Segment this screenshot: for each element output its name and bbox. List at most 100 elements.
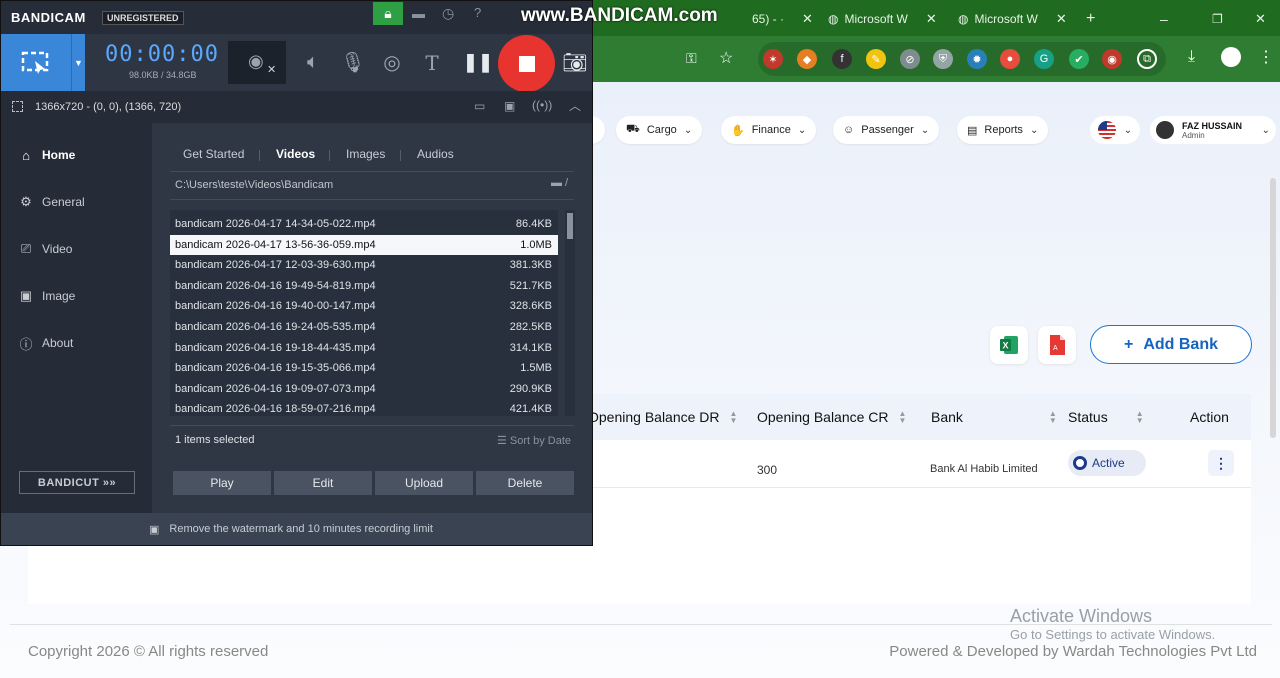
cursor-icon[interactable]: ◎ [379,34,405,91]
language-selector[interactable]: ⌄ [1090,116,1140,144]
new-tab-button[interactable]: + [1086,6,1095,32]
extension-icon[interactable]: ✎ [866,49,886,69]
upload-button[interactable]: Upload [375,471,473,495]
image-icon[interactable]: ▣ [504,99,515,113]
browser-tab-2[interactable]: ◍ Microsoft W ✕ [828,6,937,32]
sidebar-item-image[interactable]: ▣ Image [18,288,76,304]
list-item[interactable]: bandicam 2026-04-16 19-24-05-535.mp4 282.… [170,317,558,337]
unregistered-badge[interactable]: UNREGISTERED [102,11,184,25]
help-icon[interactable]: ? [474,5,481,20]
webcam-button[interactable]: ◉ ✕ [228,41,286,84]
open-folder-icon[interactable]: ▬ / [551,177,568,189]
close-icon[interactable]: ✕ [802,11,813,27]
row-action-button[interactable]: ⋮ [1208,450,1234,476]
tab-audios[interactable]: Audios [417,147,454,161]
delete-button[interactable]: Delete [476,471,574,495]
list-item[interactable]: bandicam 2026-04-16 18-59-07-216.mp4 421.… [170,399,558,419]
us-flag-icon [1097,121,1116,139]
extension-icon[interactable]: G [1034,49,1054,69]
user-menu[interactable]: FAZ HUSSAIN Admin ⌄ [1150,116,1276,144]
broadcast-icon[interactable]: ((•)) [532,98,552,112]
file-name: bandicam 2026-04-16 18-59-07-216.mp4 [175,403,376,416]
bandicam-statusbar[interactable]: ▣ Remove the watermark and 10 minutes re… [1,513,592,545]
stop-record-button[interactable] [498,35,555,92]
list-item[interactable]: bandicam 2026-04-17 12-03-39-630.mp4 381.… [170,255,558,275]
column-opening-cr[interactable]: Opening Balance CR ▲ ▼ [757,409,906,425]
list-item[interactable]: bandicam 2026-04-17 13-56-36-059.mp4 1.0M… [170,234,558,255]
sort-by-button[interactable]: ☰ Sort by Date [497,434,571,447]
speaker-icon[interactable]: 🔈︎ [299,34,327,91]
footer-divider [10,624,1272,625]
nav-item-passenger[interactable]: ☺ Passenger ⌄ [833,116,940,144]
folder-icon[interactable]: ▬ [412,6,425,21]
file-name: bandicam 2026-04-16 19-15-35-066.mp4 [175,362,376,375]
close-icon[interactable]: ✕ [926,11,937,27]
profile-avatar[interactable] [1221,47,1241,67]
browser-tab-3[interactable]: ◍ Microsoft W ✕ [958,6,1067,32]
tab-videos[interactable]: Videos [276,147,315,161]
excel-icon: X [1000,336,1018,354]
nav-item-reports[interactable]: ▤ Reports ⌄ [957,116,1049,144]
record-video-icon[interactable]: ▭ [474,99,485,113]
pause-icon[interactable]: ❚❚ [463,34,493,91]
puzzle-icon[interactable]: ⧉ [1137,49,1157,69]
extension-icon[interactable]: ◉ [1102,49,1122,69]
list-item[interactable]: bandicam 2026-04-16 19-09-07-073.mp4 290.… [170,379,558,399]
bandicut-button[interactable]: BANDICUT »» [19,471,135,494]
chevron-up-icon[interactable]: ︿ [569,97,581,114]
extension-icon[interactable]: ⊘ [900,49,920,69]
extension-icon[interactable]: ✶ [763,49,783,69]
list-item[interactable]: bandicam 2026-04-16 19-40-00-147.mp4 328.… [170,296,558,316]
nav-item-cargo[interactable]: ⛟ Cargo ⌄ [616,116,703,144]
list-item[interactable]: bandicam 2026-04-16 19-18-44-435.mp4 314.… [170,338,558,358]
clock-icon[interactable]: ◷ [442,5,454,22]
column-bank[interactable]: Bank ▲ ▼ [931,409,1057,425]
close-icon[interactable]: ✕ [1056,11,1067,27]
page-scrollbar[interactable] [1270,178,1276,438]
extension-icon[interactable]: ● [1000,49,1020,69]
chevron-down-icon[interactable]: ▼ [71,34,85,91]
add-bank-button[interactable]: + Add Bank [1090,325,1252,364]
export-excel-button[interactable]: X [990,326,1028,364]
chevron-down-icon: ⌄ [683,124,693,136]
sidebar-item-home[interactable]: ⌂ Home [18,147,75,163]
column-opening-dr[interactable]: Opening Balance DR ▲ ▼ [588,409,737,425]
maximize-button[interactable]: ❐ [1212,6,1223,32]
star-icon[interactable]: ☆ [719,48,733,68]
lock-icon[interactable]: 🔒︎ [373,2,403,25]
bandicam-window: BANDICAM UNREGISTERED 🔒︎ ▬ ◷ ? ▼ 00:00:0… [0,0,593,546]
chevron-down-icon: ⌄ [797,124,807,136]
play-button[interactable]: Play [173,471,271,495]
list-item[interactable]: bandicam 2026-04-16 19-49-54-819.mp4 521.… [170,276,558,296]
edit-button[interactable]: Edit [274,471,372,495]
nav-item-finance[interactable]: ✋ Finance ⌄ [721,116,817,144]
scroll-thumb[interactable] [567,213,573,239]
extension-icon[interactable]: ◆ [797,49,817,69]
extension-icon[interactable]: f [832,49,852,69]
sidebar-item-about[interactable]: ⓘ About [18,335,73,352]
screen-mode-button[interactable] [1,34,71,91]
user-name: FAZ HUSSAIN [1182,120,1243,131]
list-item[interactable]: bandicam 2026-04-16 19-15-35-066.mp4 1.5M… [170,358,558,378]
text-overlay-icon[interactable]: T [419,34,445,91]
extension-icon[interactable]: ✹ [967,49,987,69]
menu-icon[interactable]: ⋮ [1258,47,1274,67]
export-pdf-button[interactable]: A [1038,326,1076,364]
microphone-icon[interactable]: 🎙︎ [339,34,367,91]
key-icon[interactable]: ⚿ [686,50,697,67]
sidebar-item-general[interactable]: ⚙ General [18,194,85,210]
extension-icon[interactable]: ⛨ [933,49,953,69]
camera-icon[interactable]: 📷︎ [562,34,588,91]
browser-tab-1[interactable]: 65) - · ✕ [752,6,813,32]
download-icon[interactable]: ⤓ [1188,48,1195,66]
close-window-button[interactable]: ✕ [1255,6,1266,32]
tab-get-started[interactable]: Get Started [183,147,244,161]
extension-icon[interactable]: ✔ [1069,49,1089,69]
list-item[interactable]: bandicam 2026-04-17 14-34-05-022.mp4 86.4… [170,214,558,234]
status-badge[interactable]: Active [1068,450,1146,476]
minimize-button[interactable]: – [1160,6,1168,32]
file-list-scrollbar[interactable] [565,210,575,416]
tab-images[interactable]: Images [346,147,385,161]
sidebar-item-video[interactable]: ⎚ Video [18,241,73,257]
column-status[interactable]: Status ▲ ▼ [1068,409,1144,425]
